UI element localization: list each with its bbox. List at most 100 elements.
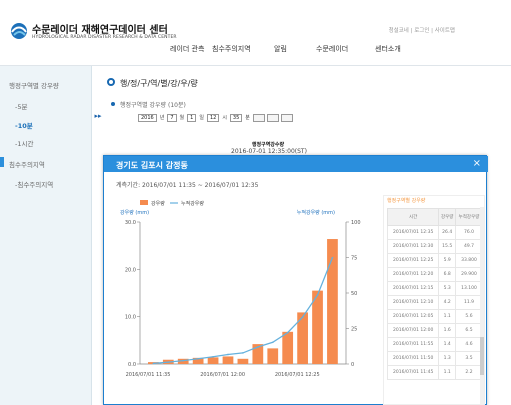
- rainfall-chart: 강우량 누적강우량강우량 (mm) 누적강우량 (mm) 0.0 10.0 20.0 30.…: [120, 200, 361, 378]
- table-row: 2016/07/01 11:55 1.4 4.6: [386, 337, 483, 352]
- hour-select[interactable]: 12: [206, 113, 220, 122]
- table-time-cell: 2016/07/01 11:50: [386, 351, 440, 366]
- cumulative-point: [197, 357, 199, 360]
- minute-label: 분: [245, 115, 250, 121]
- previous-button[interactable]: [266, 113, 279, 122]
- site-logo[interactable]: 수문레이더 재해연구데이터 센터 HYDROLOGICAL RADAR DISA…: [10, 20, 240, 44]
- cumulative-point: [167, 361, 170, 363]
- table-cumulative-cell: 76.0: [455, 225, 483, 240]
- utility-links[interactable]: 청설코네 | 로그인 | 사이트맵: [389, 26, 455, 34]
- table-row: 2016/07/01 11:50 1.3 3.5: [386, 351, 483, 366]
- cumulative-point: [152, 362, 155, 365]
- search-button[interactable]: [252, 113, 265, 122]
- left-edge-marker: [0, 157, 4, 167]
- right-y-tick-label: 75: [351, 256, 357, 262]
- rainfall-popup: 경기도 김포시 감정동 × 계측기간: 2016/07/01 11:35 ~ 2…: [103, 155, 488, 405]
- year-label: 년: [159, 115, 165, 121]
- table-rainfall-cell: 6.8: [438, 267, 457, 282]
- table-rainfall-cell: 5.9: [438, 253, 457, 268]
- table-cumulative-cell: 29.900: [455, 267, 483, 282]
- right-y-tick-label: 25: [351, 327, 357, 333]
- year-select[interactable]: 2016: [138, 113, 157, 122]
- table-row: 2016/07/01 12:30 15.5 49.7: [386, 239, 483, 254]
- table-time-cell: 2016/07/01 12:05: [386, 309, 440, 324]
- nav-flood-risk-area[interactable]: 침수주의지역: [212, 44, 251, 54]
- right-y-tick-label: 100: [351, 220, 361, 226]
- table-time-cell: 2016/07/01 12:30: [386, 239, 440, 254]
- table-time-cell: 2016/07/01 12:15: [386, 281, 440, 296]
- table-header-time: 시간: [386, 208, 440, 226]
- subtitle-bullet-icon: [111, 102, 115, 106]
- sidebar-item-flood-area[interactable]: 침수주의지역: [9, 159, 45, 169]
- table-cumulative-cell: 33.800: [455, 253, 483, 268]
- table-cumulative-cell: 6.5: [455, 323, 483, 338]
- table-row: 2016/07/01 12:05 1.1 5.6: [386, 309, 483, 324]
- table-time-cell: 2016/07/01 12:10: [386, 295, 440, 310]
- rainfall-bar: [207, 357, 219, 364]
- rainfall-bar: [237, 358, 249, 364]
- table-cumulative-cell: 3.5: [455, 351, 483, 366]
- table-rainfall-cell: 1.1: [438, 309, 457, 324]
- cumulative-point: [212, 355, 214, 358]
- table-time-cell: 2016/07/01 12:20: [386, 267, 440, 282]
- table-rainfall-cell: 1.1: [438, 365, 457, 380]
- popup-title: 경기도 김포시 감정동: [116, 161, 188, 170]
- table-time-cell: 2016/07/01 12:35: [386, 225, 440, 240]
- month-label: 월: [179, 115, 185, 121]
- date-time-filters: 2016 년 7월 1일 12 시 35 분: [138, 113, 293, 122]
- nav-radar-observation[interactable]: 레이더 관측: [170, 44, 204, 54]
- legend-rainfall-swatch: [140, 200, 148, 205]
- next-button[interactable]: [280, 113, 293, 122]
- sidebar-item-10min[interactable]: -10분: [15, 120, 33, 130]
- cumulative-point: [316, 294, 319, 296]
- section-subtitle: 행정구역별 강우량 (10분): [120, 102, 186, 109]
- rainfall-bar: [222, 356, 234, 364]
- table-row: 2016/07/01 12:35 26.4 76.0: [386, 225, 483, 240]
- cumulative-point: [286, 331, 289, 334]
- rainfall-bar: [282, 331, 294, 364]
- rainfall-table-panel: 행정구역별 강우량 시간 강우량 누적강우량 2016/07/01 12:35 2…: [383, 195, 485, 405]
- table-rainfall-cell: 1.3: [438, 351, 457, 366]
- report-title: 행정구역강수량: [251, 142, 285, 148]
- table-time-cell: 2016/07/01 12:25: [386, 253, 440, 268]
- sidebar-collapse-icon[interactable]: ▸▸: [92, 112, 104, 122]
- right-y-tick-label: 50: [351, 291, 357, 297]
- table-rainfall-cell: 26.4: [438, 225, 457, 240]
- scrollbar-thumb[interactable]: [480, 337, 484, 375]
- sidebar-item-flood-risk[interactable]: -침수주의지역: [15, 179, 53, 189]
- right-axis-label: 누적강우량 (mm): [297, 209, 335, 216]
- measurement-period: 계측기간: 2016/07/01 11:35 ~ 2016/07/01 12:3…: [116, 182, 259, 189]
- day-label: 일: [199, 115, 204, 121]
- table-row: 2016/07/01 12:15 5.3 13.100: [386, 281, 483, 296]
- day-select[interactable]: 1: [187, 113, 197, 122]
- minute-select[interactable]: 35: [229, 113, 243, 122]
- sidebar-item-5min[interactable]: -5분: [15, 101, 27, 111]
- sidebar-item-1hour[interactable]: -1시간: [15, 138, 33, 148]
- table-row: 2016/07/01 11:45 1.1 2.2: [386, 365, 483, 380]
- global-navigation: 레이더 관측 침수주의지역 알림 수문레이더 센터소개: [170, 44, 440, 56]
- table-time-cell: 2016/07/01 11:55: [386, 337, 440, 352]
- cumulative-point: [257, 346, 259, 348]
- table-scrollbar[interactable]: [480, 207, 484, 404]
- table-rainfall-cell: 1.6: [438, 323, 457, 338]
- x-axis-label: 2016/07/01 11:35: [126, 372, 171, 378]
- cumulative-point: [227, 353, 229, 356]
- nav-notifications[interactable]: 알림: [274, 44, 287, 54]
- nav-hydrological-radar[interactable]: 수문레이더: [316, 44, 348, 54]
- cumulative-point: [331, 256, 334, 259]
- legend-rainfall-label: 강우량: [151, 200, 165, 207]
- close-icon[interactable]: ×: [473, 158, 481, 169]
- table-header-cumulative: 누적강우량: [455, 208, 483, 226]
- x-axis-label: 2016/07/01 12:00: [200, 372, 245, 378]
- left-y-tick-label: 20.0: [125, 267, 136, 273]
- table-header-rainfall: 강우량: [438, 208, 457, 226]
- sidebar-item-admin-rainfall[interactable]: 행정구역별 강우량: [9, 80, 59, 90]
- report-time: 2016-07-01 12:35:00(ST): [231, 148, 307, 155]
- table-rainfall-cell: 15.5: [438, 239, 457, 254]
- left-axis-label: 강우량 (mm): [120, 209, 149, 216]
- nav-center-intro[interactable]: 센터소개: [375, 44, 401, 54]
- month-select[interactable]: 7: [167, 113, 177, 122]
- table-time-cell: 2016/07/01 11:45: [386, 365, 440, 380]
- radar-logo-icon: [11, 23, 27, 39]
- table-row: 2016/07/01 12:20 6.8 29.900: [386, 267, 483, 282]
